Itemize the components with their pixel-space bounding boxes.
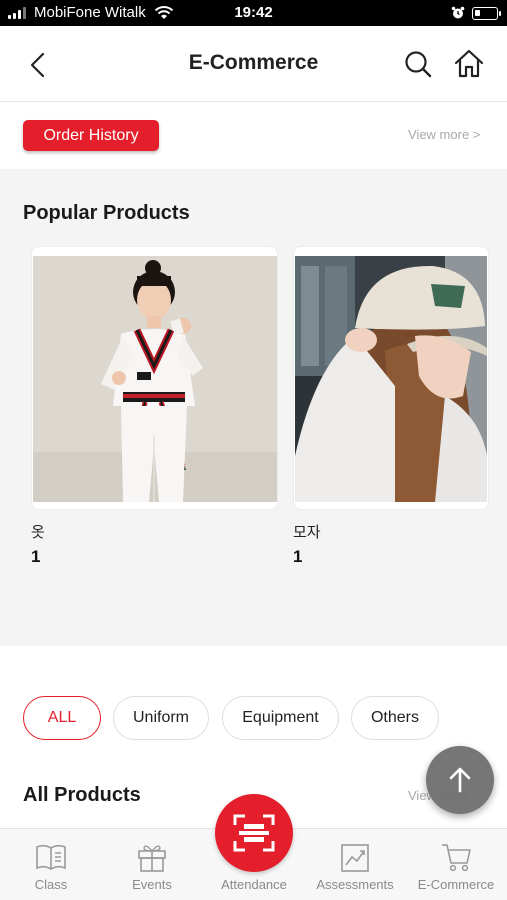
filter-chip-uniform[interactable]: Uniform [113, 696, 209, 740]
nav-item-class[interactable]: Class [14, 829, 88, 900]
product-price: 1 [293, 547, 303, 566]
popular-products-section: Popular Products 옷 1 모자 1 [0, 169, 507, 646]
product-card-uniform[interactable] [31, 246, 278, 510]
product-image-taekwondo-uniform [33, 256, 277, 502]
filter-chip-others[interactable]: Others [351, 696, 439, 740]
nav-item-events[interactable]: Events [115, 829, 189, 900]
cart-icon [442, 844, 471, 872]
chart-icon [341, 844, 369, 872]
order-history-view-more-link[interactable]: View more > [408, 127, 480, 142]
nav-label: Assessments [316, 877, 394, 892]
arrow-up-icon [449, 767, 471, 793]
attendance-scan-button[interactable] [215, 794, 293, 872]
alarm-icon [451, 6, 465, 19]
book-icon [36, 844, 66, 870]
product-image-cap [295, 256, 487, 502]
status-bar: MobiFone Witalk 19:42 [0, 0, 507, 26]
nav-label: Class [34, 877, 68, 892]
home-icon[interactable] [452, 47, 486, 81]
product-card-hat[interactable] [293, 246, 489, 510]
nav-item-assessments[interactable]: Assessments [315, 829, 395, 900]
app-header: E-Commerce [0, 26, 507, 102]
product-price: 1 [31, 547, 41, 566]
gift-icon [138, 845, 166, 872]
all-products-title: All Products [23, 784, 141, 806]
nav-item-ecommerce[interactable]: E-Commerce [414, 829, 498, 900]
product-name: 모자 [293, 524, 321, 541]
search-icon[interactable] [402, 48, 434, 80]
nav-label: E-Commerce [417, 877, 495, 892]
order-history-row: Order History View more > [0, 103, 507, 169]
status-time: 19:42 [234, 4, 273, 21]
scroll-to-top-button[interactable] [426, 746, 494, 814]
battery-icon [472, 7, 501, 20]
filter-chip-equipment[interactable]: Equipment [222, 696, 339, 740]
filter-chip-all[interactable]: ALL [23, 696, 101, 740]
nav-label-attendance[interactable]: Attendance [204, 877, 304, 892]
product-name: 옷 [31, 524, 45, 541]
order-history-button[interactable]: Order History [23, 120, 159, 151]
popular-products-title: Popular Products [23, 202, 190, 224]
scan-icon [233, 814, 275, 852]
nav-label: Events [132, 877, 172, 892]
